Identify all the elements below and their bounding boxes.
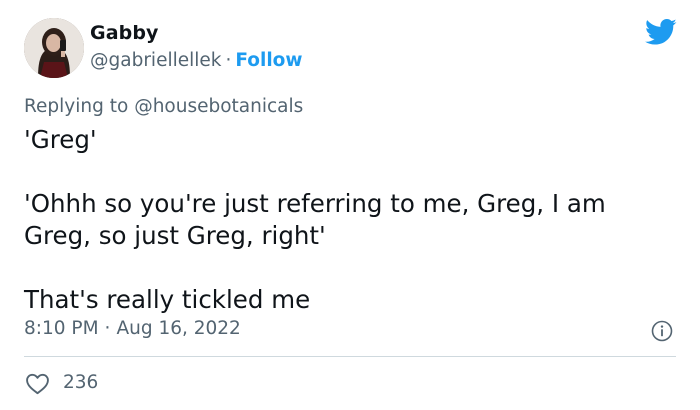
tweet-paragraph: 'Ohhh so you're just referring to me, Gr…	[24, 189, 606, 250]
handle-row: @gabriellellek · Follow	[90, 50, 302, 71]
replying-to: Replying to @housebotanicals	[24, 96, 303, 117]
user-handle[interactable]: @gabriellellek	[90, 50, 222, 71]
tweet-text: 'Greg' 'Ohhh so you're just referring to…	[24, 124, 674, 316]
heart-icon[interactable]	[25, 372, 50, 395]
tweet-time: 8:10 PM	[24, 318, 99, 339]
avatar-photo	[24, 18, 84, 78]
twitter-bird-icon[interactable]	[645, 18, 677, 46]
info-icon[interactable]	[651, 320, 673, 342]
like-count: 236	[63, 372, 99, 393]
replying-prefix: Replying to	[24, 96, 129, 117]
tweet-timestamp[interactable]: 8:10 PM · Aug 16, 2022	[24, 318, 241, 339]
divider	[24, 356, 676, 357]
display-name[interactable]: Gabby	[90, 22, 159, 44]
avatar[interactable]	[24, 18, 84, 78]
tweet-paragraph: 'Greg'	[24, 125, 97, 154]
separator-dot: ·	[104, 318, 111, 339]
tweet-paragraph: That's really tickled me	[24, 285, 311, 314]
separator-dot: ·	[225, 50, 232, 71]
tweet-date: Aug 16, 2022	[116, 318, 241, 339]
tweet-card: Gabby @gabriellellek · Follow Replying to …	[0, 0, 700, 410]
follow-button[interactable]: Follow	[235, 50, 302, 71]
reply-mention-link[interactable]: @housebotanicals	[134, 96, 303, 117]
